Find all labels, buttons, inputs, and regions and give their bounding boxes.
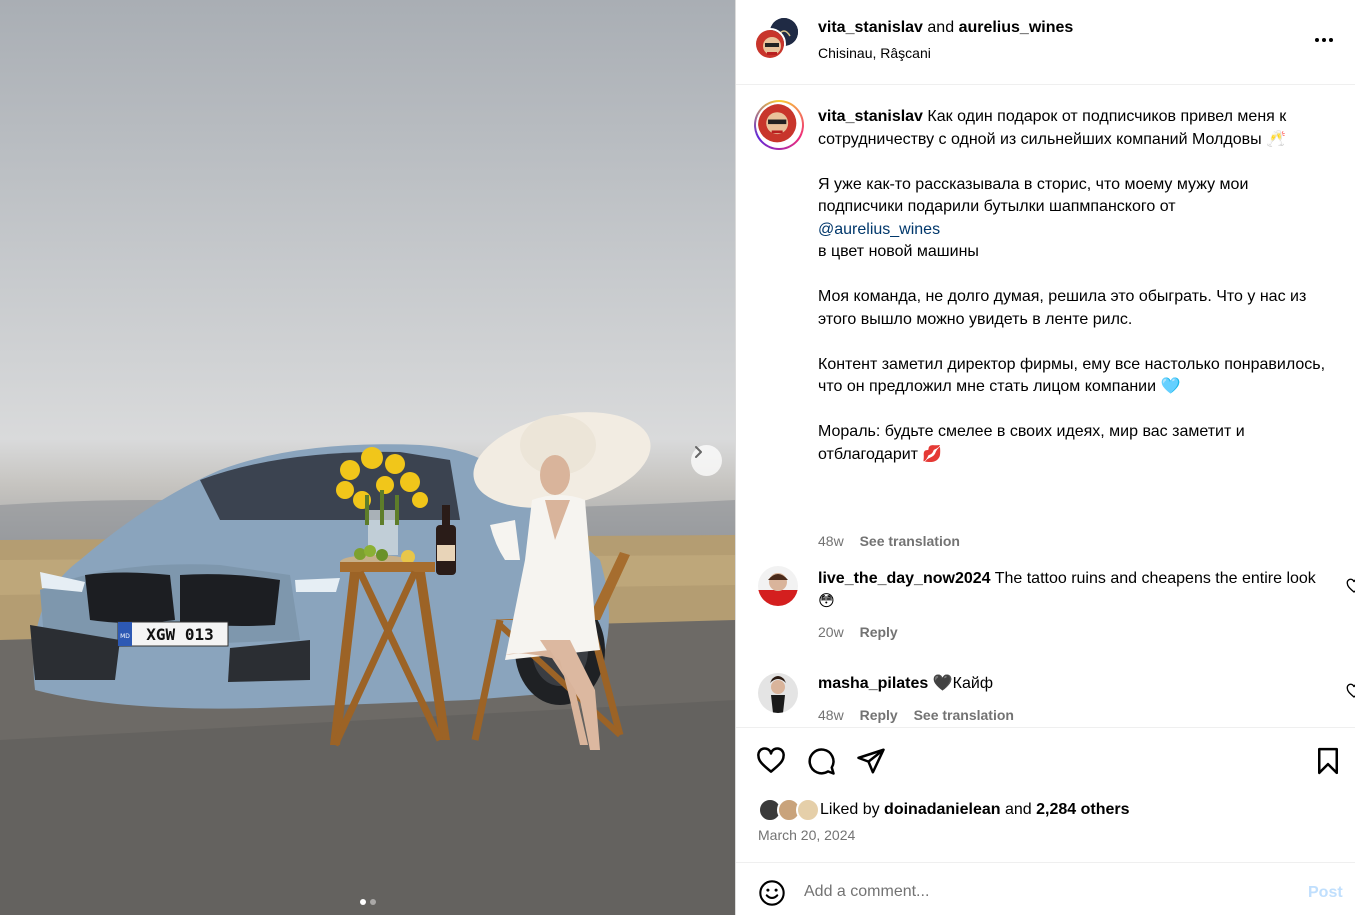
post-location[interactable]: Chisinau, Râşcani bbox=[818, 45, 931, 61]
comment-text: masha_pilates 🖤Кайф bbox=[818, 673, 1328, 696]
liker-username[interactable]: doinadanielean bbox=[884, 801, 1000, 818]
caption-meta: 48w See translation bbox=[818, 533, 972, 549]
liked-by-prefix: Liked by bbox=[820, 801, 880, 818]
comment-time[interactable]: 48w bbox=[818, 707, 844, 723]
post-media[interactable]: XGW 013 MD bbox=[0, 0, 735, 915]
post-header: vita_stanislav and aurelius_wines Chisin… bbox=[736, 0, 1355, 85]
collaborator-username[interactable]: aurelius_wines bbox=[959, 19, 1074, 36]
comment-meta: 20w Reply bbox=[818, 624, 910, 640]
license-plate-country: MD bbox=[120, 633, 130, 640]
post-actions: Liked by doinadanielean and 2,284 others… bbox=[736, 727, 1355, 862]
license-plate-text: XGW 013 bbox=[146, 625, 213, 644]
like-comment-heart-icon[interactable] bbox=[1346, 578, 1355, 594]
reply-button[interactable]: Reply bbox=[860, 707, 898, 723]
post-modal: XGW 013 MD vita_stanislav and aurelius_w… bbox=[0, 0, 1355, 915]
mention-aurelius-wines[interactable]: @aurelius_wines bbox=[818, 221, 940, 238]
more-options-icon[interactable] bbox=[1312, 30, 1336, 50]
like-comment-heart-icon[interactable] bbox=[1346, 683, 1355, 699]
comment-bubble-icon[interactable] bbox=[806, 746, 836, 776]
caption-text: vita_stanislav Как один подарок от подпи… bbox=[818, 106, 1328, 466]
comment-avatar[interactable] bbox=[758, 566, 798, 606]
caption-paragraph-2b: в цвет новой машины bbox=[818, 243, 979, 260]
share-paper-plane-icon[interactable] bbox=[856, 746, 886, 776]
caption-username[interactable]: vita_stanislav bbox=[818, 108, 923, 125]
post-authors: vita_stanislav and aurelius_wines bbox=[818, 19, 1073, 37]
next-slide-button[interactable] bbox=[691, 445, 722, 476]
comment-meta: 48w Reply See translation bbox=[818, 707, 1026, 723]
caption-paragraph-3: Моя команда, не долго думая, решила это … bbox=[818, 288, 1307, 328]
post-date[interactable]: March 20, 2024 bbox=[758, 827, 855, 843]
like-heart-icon[interactable] bbox=[756, 746, 786, 776]
add-comment-bar: Post bbox=[736, 862, 1355, 915]
see-translation-button[interactable]: See translation bbox=[914, 707, 1014, 723]
post-side-panel: vita_stanislav and aurelius_wines Chisin… bbox=[735, 0, 1355, 915]
liker-avatars[interactable] bbox=[758, 798, 820, 822]
emoji-smiley-icon[interactable] bbox=[758, 879, 786, 907]
likes-summary: Liked by doinadanielean and 2,284 others bbox=[758, 798, 1130, 822]
caption-avatar[interactable] bbox=[754, 100, 804, 150]
caption-paragraph-4: Контент заметил директор фирмы, ему все … bbox=[818, 355, 1326, 396]
chevron-right-icon bbox=[695, 446, 702, 458]
save-bookmark-icon[interactable] bbox=[1313, 746, 1343, 776]
avatar-vita-stanislav[interactable] bbox=[754, 28, 786, 60]
comment-time[interactable]: 20w bbox=[818, 624, 844, 640]
authors-joiner: and bbox=[927, 19, 955, 36]
caption-paragraph-2: Я уже как-то рассказывала в сторис, что … bbox=[818, 175, 1249, 216]
post-comment-button[interactable]: Post bbox=[1308, 884, 1343, 902]
comment-username[interactable]: live_the_day_now2024 bbox=[818, 570, 991, 587]
comment-username[interactable]: masha_pilates bbox=[818, 675, 928, 692]
liker-avatar bbox=[796, 798, 820, 822]
comment-avatar[interactable] bbox=[758, 673, 798, 713]
likes-others-count[interactable]: 2,284 others bbox=[1036, 801, 1129, 818]
comment-body: 🖤Кайф bbox=[932, 675, 993, 692]
carousel-dot bbox=[359, 899, 366, 905]
comment-input[interactable] bbox=[804, 877, 1284, 907]
likes-text: Liked by doinadanielean and 2,284 others bbox=[820, 801, 1130, 819]
comment-text: live_the_day_now2024 The tattoo ruins an… bbox=[818, 568, 1328, 613]
carousel-indicator bbox=[0, 899, 735, 905]
collab-avatars[interactable] bbox=[754, 18, 802, 62]
reply-button[interactable]: Reply bbox=[860, 624, 898, 640]
see-translation-button[interactable]: See translation bbox=[860, 533, 960, 549]
carousel-dot bbox=[369, 899, 376, 905]
author-username[interactable]: vita_stanislav bbox=[818, 19, 923, 36]
post-photo: XGW 013 MD bbox=[0, 412, 735, 915]
caption-paragraph-5: Мораль: будьте смелее в своих идеях, мир… bbox=[818, 423, 1245, 463]
likes-joiner: and bbox=[1004, 801, 1032, 818]
comments-section[interactable]: vita_stanislav Как один подарок от подпи… bbox=[736, 86, 1355, 726]
caption-time[interactable]: 48w bbox=[818, 533, 844, 549]
